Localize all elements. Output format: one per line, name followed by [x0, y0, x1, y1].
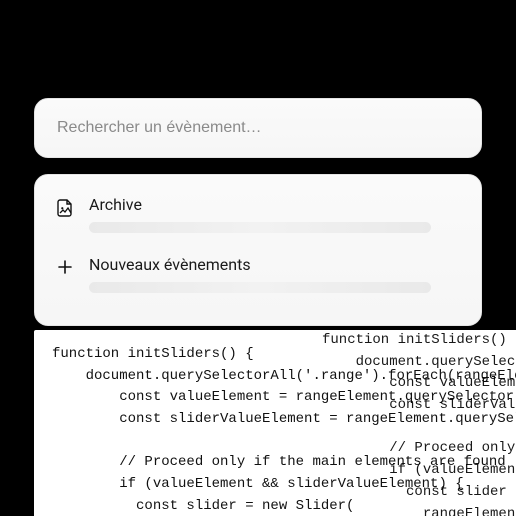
- list-item-title: Archive: [89, 195, 461, 214]
- list-item[interactable]: Archive: [55, 189, 461, 247]
- file-image-icon: [55, 195, 75, 217]
- search-input[interactable]: [55, 118, 461, 138]
- search-card: [34, 98, 482, 158]
- list-item[interactable]: Nouveaux évènements: [55, 247, 461, 307]
- plus-icon: [55, 255, 75, 275]
- list-item-title: Nouveaux évènements: [89, 255, 461, 274]
- skeleton-line: [89, 222, 431, 233]
- code-snippet: function initSliders() { document.queryS…: [34, 330, 516, 516]
- events-list-card: Archive Nouveaux évènements: [34, 174, 482, 326]
- skeleton-line: [89, 282, 431, 293]
